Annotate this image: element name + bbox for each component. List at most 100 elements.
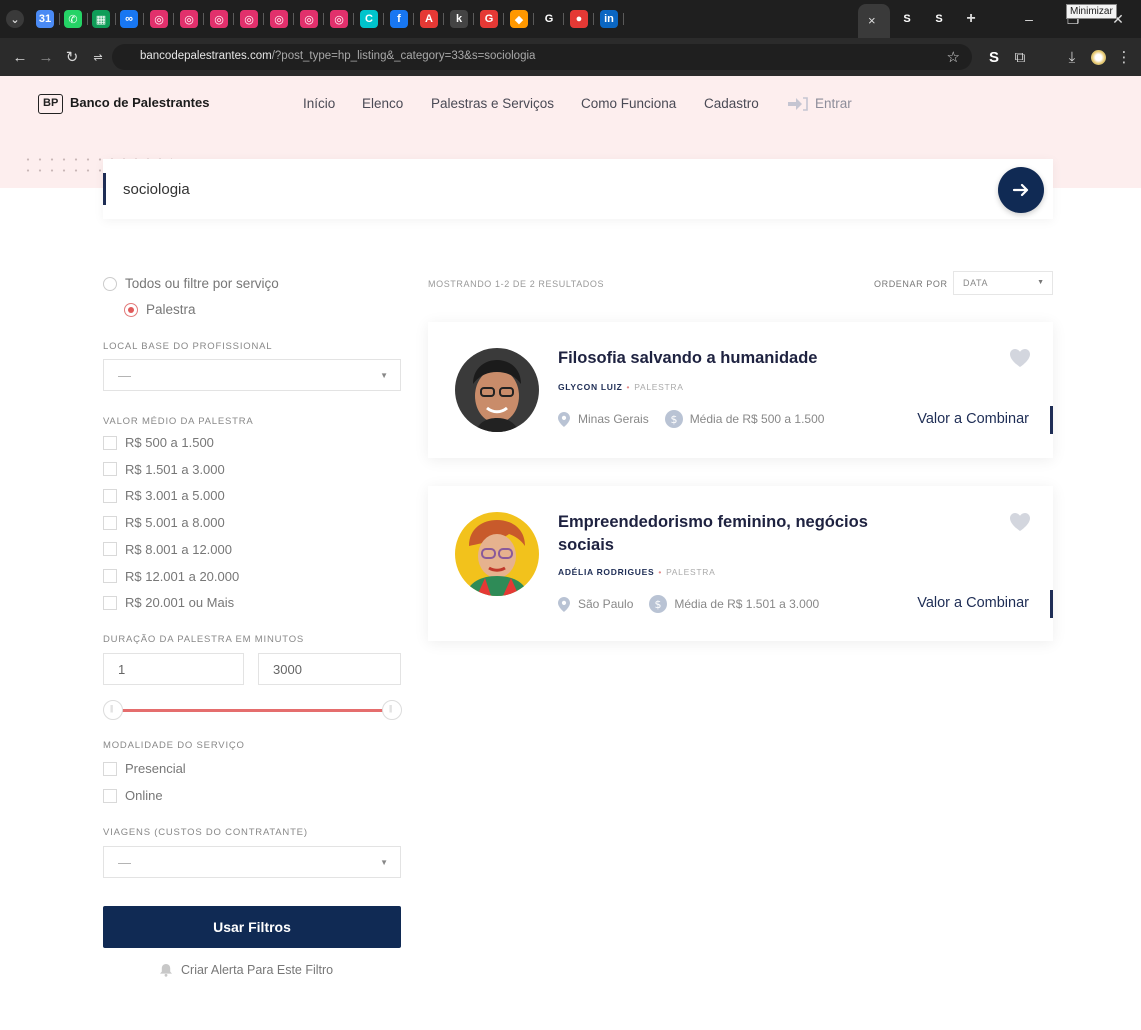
tab-icon-kapwing[interactable]: k	[450, 10, 468, 28]
logo-text[interactable]: Banco de Palestrantes	[70, 95, 209, 110]
duration-slider-track[interactable]	[112, 709, 392, 712]
chevron-down-icon: ▼	[380, 371, 388, 380]
result-title[interactable]: Filosofia salvando a humanidade	[558, 347, 817, 370]
close-tab-icon[interactable]: ×	[868, 13, 876, 28]
tab-icon-canva[interactable]: C	[360, 10, 378, 28]
logo-mark[interactable]: BP	[38, 94, 64, 114]
duration-min-input[interactable]	[103, 653, 244, 685]
site-settings-icon[interactable]: ⇌	[88, 47, 108, 67]
location-select[interactable]: — ▼	[103, 359, 401, 391]
radio-checked-icon[interactable]	[124, 302, 138, 317]
tab-icon-instagram[interactable]: ◎	[270, 10, 288, 28]
tab-icon-sheets[interactable]: ▦	[92, 10, 110, 28]
extension-s-icon[interactable]: S	[984, 47, 1004, 67]
tab-search-chevron-icon[interactable]: ⌄	[6, 10, 24, 28]
price-option-checkbox[interactable]: R$ 5.001 a 8.000	[103, 515, 225, 530]
price-option-checkbox[interactable]: R$ 20.001 ou Mais	[103, 595, 234, 610]
tab-icon-instagram[interactable]: ◎	[330, 10, 348, 28]
checkbox-icon[interactable]	[103, 595, 117, 610]
chevron-down-icon: ▼	[380, 858, 388, 867]
sort-select[interactable]: Data ▼	[953, 271, 1053, 295]
favorite-heart-icon[interactable]	[1009, 512, 1031, 532]
forward-icon[interactable]: →	[36, 47, 56, 67]
tab-icon-grammarly[interactable]: G	[480, 10, 498, 28]
favorite-heart-icon[interactable]	[1009, 348, 1031, 368]
checkbox-icon[interactable]	[103, 788, 117, 803]
address-bar[interactable]: bancodepalestrantes.com/?post_type=hp_li…	[112, 44, 972, 70]
browser-menu-icon[interactable]: ⋮	[1114, 47, 1134, 67]
modality-presencial-checkbox[interactable]: Presencial	[103, 761, 186, 776]
tab-icon-calendar[interactable]: 31	[36, 10, 54, 28]
result-card[interactable]: Filosofia salvando a humanidade Glycon L…	[428, 322, 1053, 458]
create-alert-link[interactable]: Criar Alerta Para Este Filtro	[158, 963, 333, 977]
result-price-accent	[1050, 590, 1053, 618]
extensions-puzzle-icon[interactable]: ⧉	[1010, 47, 1030, 67]
tab-icon-instagram[interactable]: ◎	[150, 10, 168, 28]
active-tab[interactable]: ×	[858, 4, 890, 38]
tab-icon-instagram[interactable]: ◎	[180, 10, 198, 28]
price-option-checkbox[interactable]: R$ 1.501 a 3.000	[103, 462, 225, 477]
service-all-radio[interactable]: Todos ou filtre por serviço	[103, 276, 279, 291]
create-alert-label[interactable]: Criar Alerta Para Este Filtro	[181, 963, 333, 977]
nav-inicio[interactable]: Início	[303, 96, 335, 111]
back-icon[interactable]: ←	[10, 47, 30, 67]
checkbox-icon[interactable]	[103, 435, 117, 450]
tab-icon-linkedin[interactable]: in	[600, 10, 618, 28]
result-author[interactable]: Glycon Luiz	[558, 382, 623, 392]
price-option-checkbox[interactable]: R$ 8.001 a 12.000	[103, 542, 232, 557]
service-palestra-radio[interactable]: Palestra	[124, 302, 196, 317]
apply-filters-button[interactable]: Usar Filtros	[103, 906, 401, 948]
profile-avatar-icon[interactable]	[1088, 47, 1108, 67]
checkbox-icon[interactable]	[103, 542, 117, 557]
checkbox-icon[interactable]	[103, 569, 117, 583]
nav-como-funciona[interactable]: Como Funciona	[581, 96, 676, 111]
price-option-label: R$ 1.501 a 3.000	[125, 461, 225, 477]
search-input[interactable]	[123, 177, 983, 201]
tab-icon-adobe[interactable]: A	[420, 10, 438, 28]
modality-online-checkbox[interactable]: Online	[103, 788, 163, 803]
tab-icon-instagram[interactable]: ◎	[210, 10, 228, 28]
checkbox-icon[interactable]	[103, 462, 117, 477]
sort-label: Ordenar por	[874, 279, 948, 289]
tab-icon-whatsapp[interactable]: ✆	[64, 10, 82, 28]
tab-icon-red-circle[interactable]: ●	[570, 10, 588, 28]
result-card[interactable]: Empreendedorismo feminino, negócios soci…	[428, 486, 1053, 641]
checkbox-icon[interactable]	[103, 488, 117, 503]
tab-icon-site-s[interactable]: S	[930, 10, 948, 28]
reload-icon[interactable]: ↻	[62, 47, 82, 67]
duration-slider-min-handle[interactable]	[103, 700, 123, 720]
tab-icon-colorful[interactable]: ◆	[510, 10, 528, 28]
tab-icon-meta[interactable]: ∞	[120, 10, 138, 28]
checkbox-icon[interactable]	[103, 515, 117, 530]
duration-slider-max-handle[interactable]	[382, 700, 402, 720]
tab-icon-google[interactable]: G	[540, 10, 558, 28]
login-label[interactable]: Entrar	[815, 96, 852, 111]
duration-max-input[interactable]	[258, 653, 401, 685]
new-tab-button[interactable]: +	[962, 10, 980, 28]
nav-palestras-servicos[interactable]: Palestras e Serviços	[431, 96, 554, 111]
tab-icon-instagram[interactable]: ◎	[300, 10, 318, 28]
tab-icon-instagram[interactable]: ◎	[240, 10, 258, 28]
result-title[interactable]: Empreendedorismo feminino, negócios soci…	[558, 511, 918, 557]
search-submit-button[interactable]	[998, 167, 1044, 213]
avatar[interactable]	[455, 348, 539, 432]
bookmark-star-icon[interactable]: ☆	[947, 48, 960, 66]
url-text[interactable]: bancodepalestrantes.com/?post_type=hp_li…	[140, 50, 535, 62]
downloads-icon[interactable]: ⤓	[1062, 47, 1082, 67]
price-option-checkbox[interactable]: R$ 500 a 1.500	[103, 435, 214, 450]
svg-text:$: $	[655, 598, 662, 611]
travel-select[interactable]: — ▼	[103, 846, 401, 878]
nav-cadastro[interactable]: Cadastro	[704, 96, 759, 111]
login-link[interactable]: Entrar	[787, 96, 852, 111]
checkbox-icon[interactable]	[103, 761, 117, 776]
avatar[interactable]	[455, 512, 539, 596]
price-option-label: R$ 500 a 1.500	[125, 435, 214, 450]
nav-elenco[interactable]: Elenco	[362, 96, 403, 111]
result-author[interactable]: Adélia Rodrigues	[558, 567, 654, 577]
tab-icon-site-s[interactable]: S	[898, 10, 916, 28]
minimize-button[interactable]: –	[1006, 0, 1052, 38]
tab-icon-facebook[interactable]: f	[390, 10, 408, 28]
price-option-checkbox[interactable]: R$ 12.001 a 20.000	[103, 569, 239, 584]
radio-unchecked-icon[interactable]	[103, 276, 117, 291]
price-option-checkbox[interactable]: R$ 3.001 a 5.000	[103, 488, 225, 503]
